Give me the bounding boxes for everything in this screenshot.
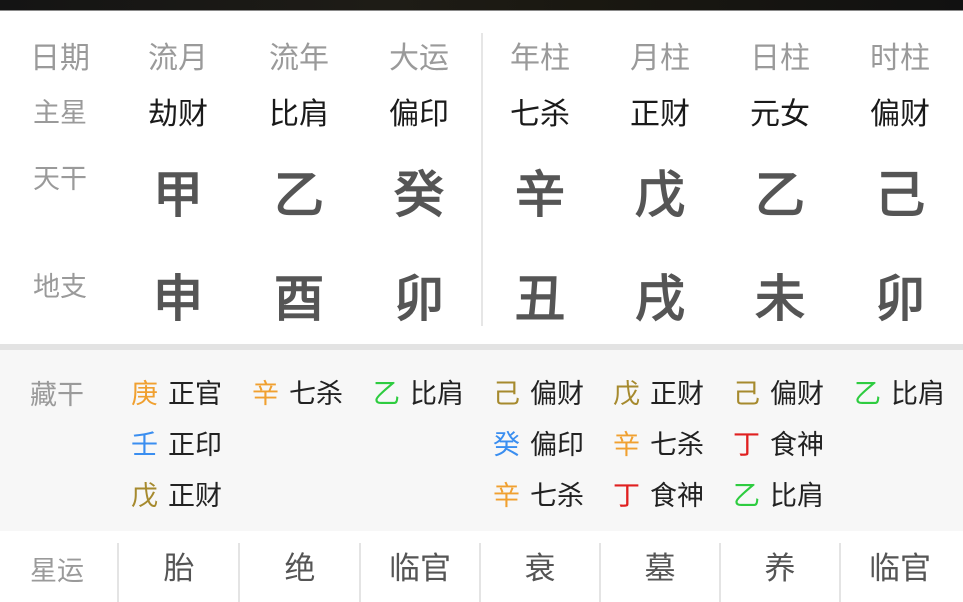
star-fortune-row: 星运 胎 绝 临官 衰 墓 养 临官 — [0, 531, 963, 602]
row-label-date: 日期 — [30, 41, 90, 76]
hidden-stem-char: 辛 — [493, 481, 520, 512]
ten-god-label: 食神 — [770, 430, 824, 461]
ten-god-label: 比肩 — [410, 379, 464, 410]
star-fortune-value: 绝 — [284, 551, 316, 587]
column-header-dayun[interactable]: 大运 — [359, 33, 479, 77]
star-fortune-value: 临官 — [389, 551, 451, 587]
column-header-liunian[interactable]: 流年 — [239, 33, 359, 77]
hidden-stem-entry: 丁食神 — [733, 423, 824, 462]
hidden-stem-char: 戊 — [613, 379, 640, 410]
heavenly-stem: 己 — [875, 166, 925, 224]
main-star-value: 七杀 — [510, 97, 570, 132]
row-label-star-fortune: 星运 — [30, 556, 84, 587]
bazi-chart-table: 日期 流月 流年 大运 年柱 月柱 日柱 时柱 主星 劫财 比肩 偏印 七杀 正… — [0, 11, 963, 344]
hidden-stem-entry: 丁食神 — [613, 474, 704, 513]
ten-god-label: 偏财 — [770, 379, 824, 410]
hidden-stem-char: 己 — [733, 379, 760, 410]
main-star-value: 偏印 — [389, 97, 449, 132]
main-star-value: 元女 — [750, 97, 810, 132]
ten-god-label: 食神 — [650, 481, 704, 512]
star-fortune-value: 墓 — [644, 551, 676, 587]
column-header-hour-pillar: 时柱 — [870, 41, 930, 76]
row-label-heavenly-stems: 天干 — [33, 164, 87, 195]
main-star-value: 比肩 — [269, 97, 329, 132]
hidden-stem-entry: 辛七杀 — [493, 474, 584, 513]
earthly-branch: 申 — [153, 270, 203, 328]
ten-god-label: 偏财 — [530, 379, 584, 410]
row-label-earthly-branches: 地支 — [33, 272, 87, 303]
column-header-day-pillar: 日柱 — [750, 41, 810, 76]
ten-god-label: 正财 — [650, 379, 704, 410]
hidden-stem-entry: 辛七杀 — [613, 423, 704, 462]
hidden-stem-entry: 乙比肩 — [733, 474, 824, 513]
hidden-stems-section: 藏干 庚正官壬正印戊正财辛七杀乙比肩己偏财癸偏印辛七杀戊正财辛七杀丁食神己偏财丁… — [0, 350, 963, 531]
ten-god-label: 比肩 — [770, 481, 824, 512]
row-label-hidden-stems: 藏干 — [30, 380, 84, 411]
earthly-branch: 丑 — [515, 270, 565, 328]
hidden-stem-char: 乙 — [373, 379, 400, 410]
hidden-stem-char: 壬 — [131, 430, 158, 461]
top-image-strip — [0, 0, 963, 11]
hidden-stem-entry: 乙比肩 — [854, 372, 945, 411]
earthly-branch: 卯 — [875, 270, 925, 328]
hidden-stem-char: 己 — [493, 379, 520, 410]
hidden-stem-char: 癸 — [493, 430, 520, 461]
hidden-stem-entry: 己偏财 — [733, 372, 824, 411]
earthly-branch: 酉 — [274, 270, 324, 328]
ten-god-label: 七杀 — [289, 379, 343, 410]
hidden-stem-entry: 辛七杀 — [252, 372, 343, 411]
heavenly-stem: 乙 — [274, 166, 324, 224]
ten-god-label: 正官 — [168, 379, 222, 410]
ten-god-label: 七杀 — [650, 430, 704, 461]
column-header-month-pillar: 月柱 — [630, 41, 690, 76]
ten-god-label: 七杀 — [530, 481, 584, 512]
hidden-stem-char: 丁 — [733, 430, 760, 461]
main-star-value: 正财 — [630, 97, 690, 132]
hidden-stem-entry: 戊正财 — [613, 372, 704, 411]
earthly-branch: 卯 — [394, 270, 444, 328]
hidden-stem-char: 乙 — [854, 379, 881, 410]
pillar-divider — [481, 33, 483, 326]
earthly-branch: 戌 — [635, 270, 685, 328]
heavenly-stem: 辛 — [515, 166, 565, 224]
heavenly-stem: 戊 — [635, 166, 685, 224]
hidden-stem-entry: 戊正财 — [131, 474, 222, 513]
ten-god-label: 比肩 — [891, 379, 945, 410]
hidden-stem-char: 乙 — [733, 481, 760, 512]
hidden-stem-char: 辛 — [252, 379, 279, 410]
main-star-value: 偏财 — [870, 97, 930, 132]
hidden-stem-entry: 癸偏印 — [493, 423, 584, 462]
column-header-year-pillar: 年柱 — [510, 41, 570, 76]
hidden-stem-entry: 庚正官 — [131, 372, 222, 411]
star-fortune-value: 临官 — [869, 551, 931, 587]
heavenly-stem: 癸 — [394, 166, 444, 224]
earthly-branch: 未 — [755, 270, 805, 328]
hidden-stem-entry: 乙比肩 — [373, 372, 464, 411]
ten-god-label: 正印 — [168, 430, 222, 461]
column-header-liuyue[interactable]: 流月 — [118, 33, 238, 77]
row-label-main-star: 主星 — [33, 98, 87, 129]
hidden-stem-char: 辛 — [613, 430, 640, 461]
ten-god-label: 正财 — [168, 481, 222, 512]
hidden-stem-entry: 己偏财 — [493, 372, 584, 411]
ten-god-label: 偏印 — [530, 430, 584, 461]
star-fortune-value: 养 — [764, 551, 796, 587]
hidden-stem-char: 戊 — [131, 481, 158, 512]
heavenly-stem: 甲 — [153, 166, 203, 224]
star-fortune-value: 胎 — [163, 551, 195, 587]
star-fortune-value: 衰 — [524, 551, 556, 587]
main-star-value: 劫财 — [148, 97, 208, 132]
heavenly-stem: 乙 — [755, 166, 805, 224]
hidden-stem-char: 丁 — [613, 481, 640, 512]
hidden-stem-char: 庚 — [131, 379, 158, 410]
hidden-stem-entry: 壬正印 — [131, 423, 222, 462]
